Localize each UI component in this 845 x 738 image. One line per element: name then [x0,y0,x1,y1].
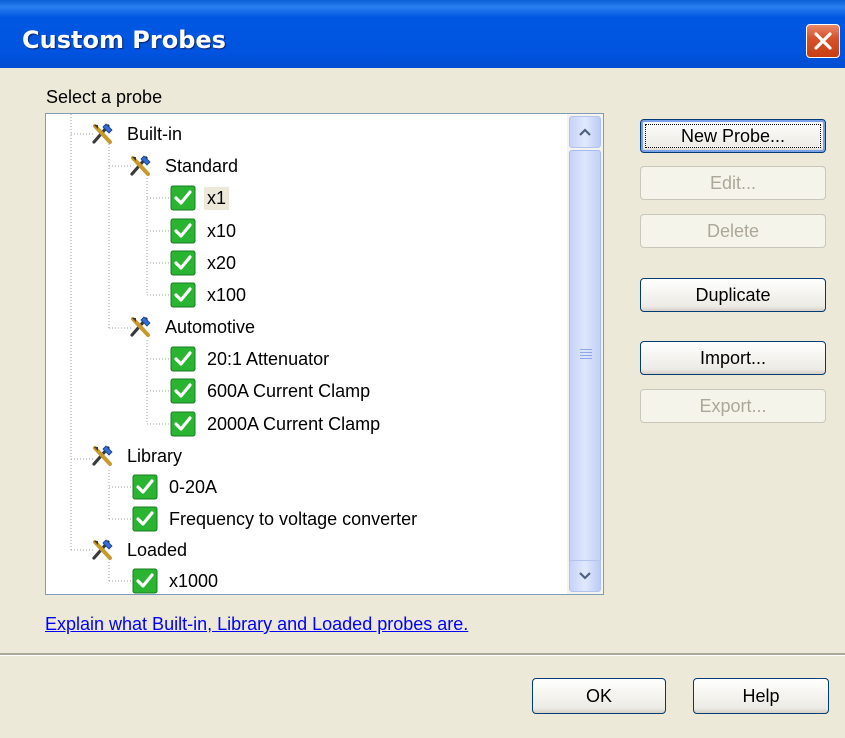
export-button[interactable]: Export... [640,389,826,423]
explain-probes-link[interactable]: Explain what Built-in, Library and Loade… [45,614,468,635]
import-label: Import... [699,347,766,368]
tree-node-x100[interactable]: x100 [170,281,249,309]
chevron-up-icon [579,128,591,136]
tree-node-label: Frequency to voltage converter [169,508,418,529]
edit-label: Edit... [709,172,757,193]
ok-label: OK [585,685,612,706]
help-button[interactable]: Help [693,678,829,714]
tree-node-label: Standard [165,155,239,176]
probe-tools-icon [90,537,116,563]
tree-node-label: x20 [207,252,237,273]
tree-node-a020[interactable]: 0-20A [132,473,220,501]
probe-tools-icon [90,121,116,147]
probe-tools-icon [90,443,116,469]
tree-node-clamp2000[interactable]: 2000A Current Clamp [170,410,383,438]
custom-probes-dialog: Custom Probes Select a probe Built-in St… [0,0,845,738]
tree-node-x1000[interactable]: x1000 [132,567,221,594]
scroll-up-button[interactable] [569,116,601,148]
checkmark-probe-icon [170,346,196,372]
checkmark-probe-icon [170,250,196,276]
duplicate-button[interactable]: Duplicate [640,278,826,312]
scroll-thumb[interactable] [569,150,601,564]
checkmark-probe-icon [132,506,158,532]
tree-node-label: 600A Current Clamp [207,380,371,401]
probe-tools-icon [128,153,154,179]
tree-node-label: x1 [204,186,230,210]
delete-label: Delete [706,220,760,241]
tree-node-label: 2000A Current Clamp [207,413,381,434]
footer-divider [0,653,845,656]
tree-node-label: Library [127,445,183,466]
probe-tree[interactable]: Built-in Standard x1 x10 x20 x100 Automotive 20… [45,113,604,595]
tree-node-x1[interactable]: x1 [170,184,230,212]
tree-node-library[interactable]: Library [90,442,185,470]
duplicate-label: Duplicate [695,284,771,305]
tree-node-label: Built-in [127,123,183,144]
checkmark-probe-icon [170,282,196,308]
tree-scrollbar[interactable] [567,114,603,594]
tree-node-automotive[interactable]: Automotive [128,313,258,341]
checkmark-probe-icon [132,568,158,594]
tree-node-x20[interactable]: x20 [170,249,239,277]
export-label: Export... [699,395,767,416]
ok-button[interactable]: OK [532,678,666,714]
edit-button[interactable]: Edit... [640,166,826,200]
focus-rect [645,124,821,148]
window-title: Custom Probes [22,26,226,54]
select-probe-label: Select a probe [46,87,163,107]
tree-node-loaded[interactable]: Loaded [90,536,190,564]
tree-node-label: 0-20A [169,476,218,497]
tree-node-standard[interactable]: Standard [128,152,241,180]
tree-node-label: Automotive [165,316,256,337]
checkmark-probe-icon [170,218,196,244]
tree-node-clamp600[interactable]: 600A Current Clamp [170,377,373,405]
tree-node-x10[interactable]: x10 [170,217,239,245]
checkmark-probe-icon [170,378,196,404]
checkmark-probe-icon [132,474,158,500]
tree-node-label: x100 [207,284,247,305]
tree-node-builtin[interactable]: Built-in [90,120,185,148]
tree-node-label: Loaded [127,539,188,560]
import-button[interactable]: Import... [640,341,826,375]
tree-node-label: x1000 [169,570,219,591]
checkmark-probe-icon [170,185,196,211]
close-button[interactable] [806,24,840,58]
tree-node-label: x10 [207,220,237,241]
tree-node-f2v[interactable]: Frequency to voltage converter [132,505,420,533]
probe-tools-icon [128,314,154,340]
tree-node-label: 20:1 Attenuator [207,348,330,369]
new-probe-button[interactable]: New Probe... [640,119,826,153]
tree-node-att20[interactable]: 20:1 Attenuator [170,345,332,373]
help-label: Help [742,685,780,706]
chevron-down-icon [579,572,591,580]
checkmark-probe-icon [170,411,196,437]
delete-button[interactable]: Delete [640,214,826,248]
close-icon [814,32,832,50]
scroll-down-button[interactable] [569,560,601,592]
